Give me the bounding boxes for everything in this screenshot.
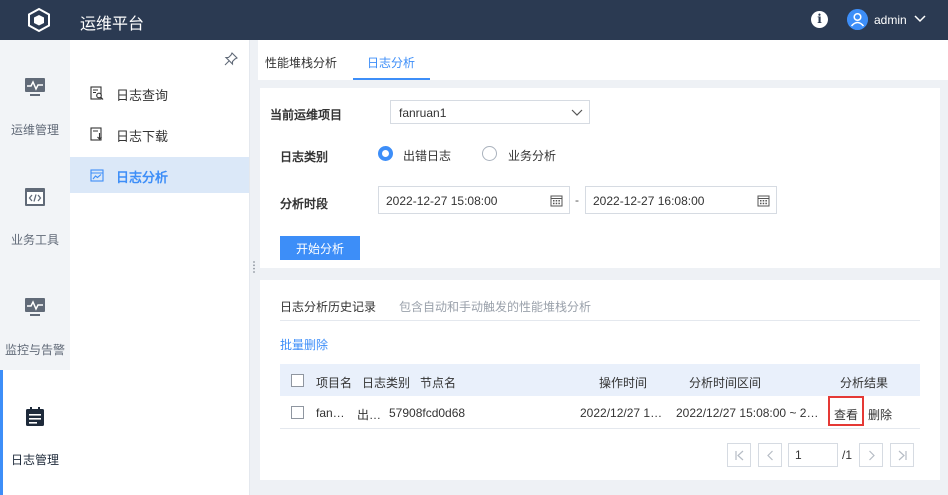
- column-header-range: 分析时间区间: [689, 376, 762, 390]
- column-header-op-time: 操作时间: [599, 376, 648, 390]
- cell-type: 出…: [357, 408, 382, 422]
- column-header-project: 项目名: [316, 376, 353, 390]
- subnav-label: 日志分析: [116, 170, 169, 185]
- first-page-icon: [735, 450, 744, 461]
- start-analysis-button[interactable]: 开始分析: [280, 236, 360, 260]
- column-header-type: 日志类别: [362, 376, 411, 390]
- nav-label: 业务工具: [10, 233, 59, 247]
- nav-item-ops-management[interactable]: 运维管理: [0, 40, 70, 140]
- tab-performance-stack[interactable]: 性能堆栈分析: [265, 54, 337, 71]
- active-tab-indicator: [353, 78, 430, 80]
- radio-error-log[interactable]: [378, 146, 393, 161]
- log-analysis-icon: [90, 169, 104, 182]
- subnav-label: 日志查询: [116, 88, 169, 103]
- log-type-label: 日志类别: [280, 150, 329, 164]
- cell-node: 57908fcd0d68: [389, 406, 466, 420]
- column-header-result: 分析结果: [840, 376, 889, 390]
- chevron-right-icon: [869, 450, 875, 461]
- chevron-down-icon[interactable]: [913, 11, 927, 25]
- start-time-input[interactable]: 2022-12-27 15:08:00: [378, 186, 570, 214]
- app-logo-icon: [28, 7, 50, 33]
- cell-project: fan…: [316, 406, 345, 420]
- last-page-button[interactable]: [890, 443, 914, 467]
- end-time-input[interactable]: 2022-12-27 16:08:00: [585, 186, 777, 214]
- prev-page-button[interactable]: [758, 443, 782, 467]
- nav-item-monitoring-alerts[interactable]: 监控与告警: [0, 260, 70, 360]
- tab-log-analysis[interactable]: 日志分析: [367, 54, 415, 71]
- row-checkbox[interactable]: [291, 406, 304, 419]
- nav-item-log-management[interactable]: 日志管理: [0, 370, 70, 495]
- analysis-form-panel: [260, 88, 940, 268]
- project-label: 当前运维项目: [270, 108, 343, 122]
- subnav-item-log-download[interactable]: 日志下载: [70, 116, 249, 152]
- history-title: 日志分析历史记录: [280, 300, 377, 314]
- column-header-node: 节点名: [420, 376, 457, 390]
- batch-delete-link[interactable]: 批量删除: [280, 336, 328, 353]
- resize-handle-icon[interactable]: [252, 260, 256, 274]
- chevron-down-icon: [571, 109, 583, 116]
- subnav-item-log-analysis[interactable]: 日志分析: [70, 157, 249, 193]
- tab-bar: [258, 40, 948, 80]
- period-label: 分析时段: [280, 197, 329, 211]
- first-page-button[interactable]: [727, 443, 751, 467]
- range-separator: -: [575, 193, 579, 207]
- code-window-icon: [25, 188, 45, 206]
- nav-label: 运维管理: [10, 123, 59, 137]
- radio-business-analysis[interactable]: [482, 146, 497, 161]
- log-search-icon: [90, 86, 104, 100]
- project-select[interactable]: fanruan1: [390, 100, 590, 124]
- calendar-icon[interactable]: [550, 194, 563, 207]
- select-all-checkbox[interactable]: [291, 374, 304, 387]
- top-bar: 运维平台 i admin: [0, 0, 948, 40]
- cell-op-time: 2022/12/27 1…: [580, 406, 663, 420]
- project-select-value: fanruan1: [399, 106, 447, 120]
- end-time-value: 2022-12-27 16:08:00: [593, 194, 705, 208]
- info-icon[interactable]: i: [811, 11, 828, 28]
- monitor-alert-icon: [25, 298, 45, 316]
- last-page-icon: [898, 450, 907, 461]
- start-time-value: 2022-12-27 15:08:00: [386, 194, 498, 208]
- page-total: /1: [842, 448, 853, 462]
- user-avatar-icon[interactable]: [847, 9, 868, 30]
- subnav-label: 日志下载: [116, 129, 169, 144]
- calendar-log-icon: [26, 407, 44, 426]
- view-link-highlight-box: [828, 396, 864, 426]
- next-page-button[interactable]: [859, 443, 883, 467]
- pin-icon[interactable]: [224, 52, 238, 66]
- divider: [280, 320, 920, 321]
- monitor-pulse-icon: [25, 78, 45, 96]
- nav-label: 日志管理: [10, 453, 59, 467]
- cell-range: 2022/12/27 15:08:00 ~ 2…: [676, 406, 819, 420]
- nav-label: 监控与告警: [4, 343, 65, 357]
- radio-business-analysis-label[interactable]: 业务分析: [508, 147, 556, 164]
- user-name[interactable]: admin: [874, 13, 907, 27]
- history-subtitle: 包含自动和手动触发的性能堆栈分析: [399, 300, 592, 314]
- app-title: 运维平台: [80, 16, 145, 33]
- nav-item-business-tools[interactable]: 业务工具: [0, 150, 70, 250]
- log-download-icon: [90, 127, 102, 141]
- subnav-item-log-query[interactable]: 日志查询: [70, 75, 249, 111]
- delete-row-link[interactable]: 删除: [868, 406, 892, 423]
- calendar-icon[interactable]: [757, 194, 770, 207]
- radio-error-log-label[interactable]: 出错日志: [403, 147, 451, 164]
- chevron-left-icon: [767, 450, 773, 461]
- page-number-input[interactable]: [788, 443, 838, 467]
